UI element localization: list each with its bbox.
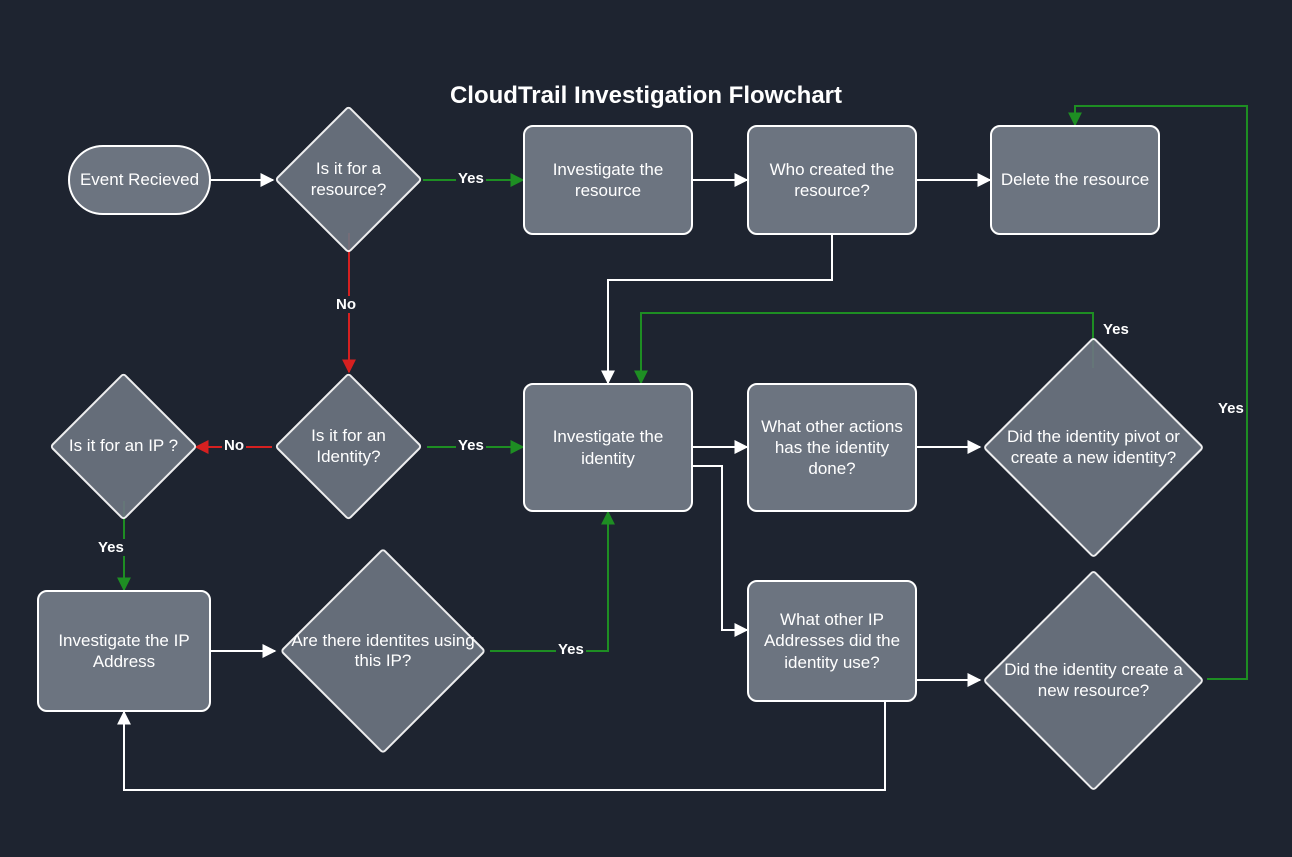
node-text: Investigate the resource — [533, 159, 683, 202]
node-text: Is it for an Identity? — [276, 394, 421, 499]
node-text: Event Recieved — [80, 169, 199, 190]
node-text: Investigate the identity — [533, 426, 683, 469]
node-investigate-ip: Investigate the IP Address — [37, 590, 211, 712]
node-text: Did the identity pivot or create a new i… — [987, 369, 1200, 526]
label-no: No — [334, 296, 358, 313]
label-yes: Yes — [1216, 400, 1246, 417]
node-event-received: Event Recieved — [68, 145, 211, 215]
label-no: No — [222, 437, 246, 454]
node-identities-using-ip: Are there identites using this IP? — [310, 578, 456, 724]
label-yes: Yes — [456, 170, 486, 187]
node-investigate-identity: Investigate the identity — [523, 383, 693, 512]
label-yes: Yes — [556, 641, 586, 658]
node-text: Are there identites using this IP? — [282, 578, 484, 724]
node-text: Delete the resource — [1001, 169, 1149, 190]
node-pivot-identity: Did the identity pivot or create a new i… — [1015, 369, 1172, 526]
node-create-new-resource: Did the identity create a new resource? — [1015, 602, 1172, 759]
node-text: Is it for an IP ? — [55, 394, 192, 499]
node-other-ips: What other IP Addresses did the identity… — [747, 580, 917, 702]
node-text: Investigate the IP Address — [47, 630, 201, 673]
flowchart-canvas: CloudTrail Investigation Flowchart — [0, 0, 1292, 857]
node-is-resource: Is it for a resource? — [296, 127, 401, 232]
node-other-actions: What other actions has the identity done… — [747, 383, 917, 512]
node-is-ip: Is it for an IP ? — [71, 394, 176, 499]
label-yes: Yes — [1101, 321, 1131, 338]
label-yes: Yes — [456, 437, 486, 454]
node-text: Did the identity create a new resource? — [987, 602, 1200, 759]
node-is-identity: Is it for an Identity? — [296, 394, 401, 499]
node-investigate-resource: Investigate the resource — [523, 125, 693, 235]
chart-title: CloudTrail Investigation Flowchart — [0, 82, 1292, 110]
label-yes: Yes — [96, 539, 126, 556]
node-text: Is it for a resource? — [276, 127, 421, 232]
node-who-created: Who created the resource? — [747, 125, 917, 235]
node-text: Who created the resource? — [757, 159, 907, 202]
node-delete-resource: Delete the resource — [990, 125, 1160, 235]
node-text: What other actions has the identity done… — [757, 416, 907, 480]
node-text: What other IP Addresses did the identity… — [757, 609, 907, 673]
